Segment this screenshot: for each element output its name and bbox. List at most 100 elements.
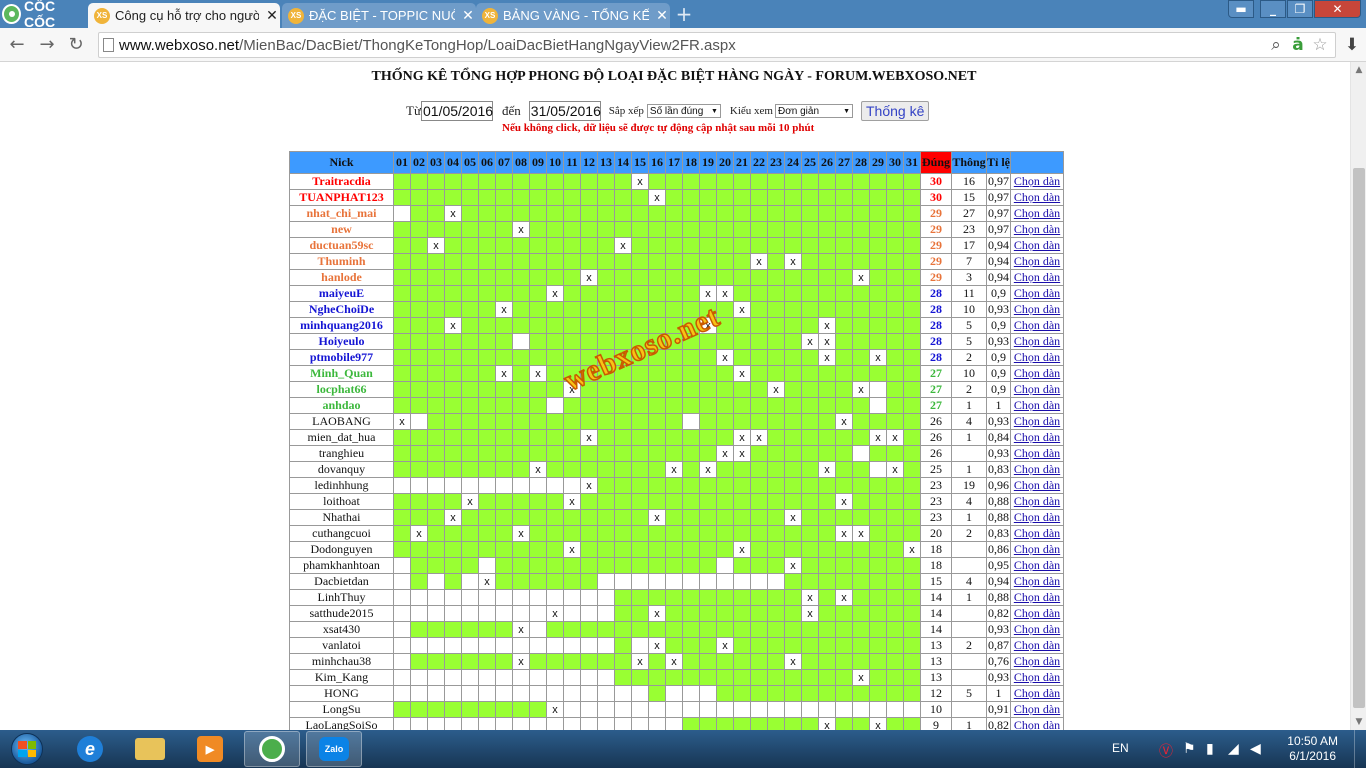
chon-dan-link[interactable]: Chọn dàn xyxy=(1014,319,1060,333)
download-icon[interactable]: ⬇ xyxy=(1342,34,1362,56)
menu-icon[interactable]: ▬ xyxy=(1228,0,1254,18)
new-tab-icon[interactable]: + xyxy=(673,4,695,24)
chon-dan-link[interactable]: Chọn dàn xyxy=(1014,239,1060,253)
chon-dan-link[interactable]: Chọn dàn xyxy=(1014,207,1060,221)
chon-dan-link[interactable]: Chọn dàn xyxy=(1014,175,1060,189)
restore-icon[interactable]: ❐ xyxy=(1287,0,1313,18)
chon-dan-link[interactable]: Chọn dàn xyxy=(1014,575,1060,589)
taskbar-media[interactable]: ▶ xyxy=(182,731,238,767)
to-date-input[interactable]: 31/05/2016 xyxy=(528,101,601,121)
language-indicator[interactable]: EN xyxy=(1112,741,1129,755)
chon-dan-link[interactable]: Chọn dàn xyxy=(1014,335,1060,349)
sort-label: Sắp xếp xyxy=(608,105,644,117)
chon-dan-link[interactable]: Chọn dàn xyxy=(1014,719,1060,731)
reload-icon[interactable]: ↻ xyxy=(63,32,89,58)
volume-icon[interactable]: ◀ xyxy=(1250,741,1261,757)
chon-dan-link[interactable]: Chọn dàn xyxy=(1014,431,1060,445)
chon-dan-link[interactable]: Chọn dàn xyxy=(1014,543,1060,557)
battery-icon[interactable]: ▮ xyxy=(1206,741,1214,757)
tab-dac-biet[interactable]: XS ĐẶC BIỆT - TOPPIC NUÔI Đ ✕ xyxy=(282,3,476,28)
bookmark-star-icon[interactable]: ☆ xyxy=(1310,34,1330,56)
vivaldi-tray-icon[interactable]: Ⓥ xyxy=(1159,741,1173,761)
empty-cell xyxy=(427,669,445,686)
scroll-thumb[interactable] xyxy=(1353,168,1365,708)
thong-ke-button[interactable]: Thống kê xyxy=(861,101,930,121)
chon-dan-link[interactable]: Chọn dàn xyxy=(1014,623,1060,637)
chon-dan-link[interactable]: Chọn dàn xyxy=(1014,671,1060,685)
chon-dan-link[interactable]: Chọn dàn xyxy=(1014,463,1060,477)
hit-cell xyxy=(461,445,479,462)
translate-icon[interactable]: ȧ xyxy=(1288,34,1308,56)
hit-cell xyxy=(716,189,734,206)
close-tab-icon[interactable]: ✕ xyxy=(654,7,670,24)
hit-cell xyxy=(427,173,445,190)
taskbar-coccoc[interactable] xyxy=(244,731,300,767)
hit-cell xyxy=(512,557,530,574)
close-tab-icon[interactable]: ✕ xyxy=(264,7,280,24)
chon-dan-link[interactable]: Chọn dàn xyxy=(1014,271,1060,285)
chon-dan-link[interactable]: Chọn dàn xyxy=(1014,399,1060,413)
chon-dan-link[interactable]: Chọn dàn xyxy=(1014,559,1060,573)
chon-dan-link[interactable]: Chọn dàn xyxy=(1014,655,1060,669)
hit-cell xyxy=(886,221,904,238)
scroll-up-icon[interactable]: ▲ xyxy=(1351,62,1366,78)
close-tab-icon[interactable]: ✕ xyxy=(460,7,476,24)
hit-cell xyxy=(903,637,921,654)
from-date-input[interactable]: 01/05/2016 xyxy=(421,101,493,121)
chon-dan-link[interactable]: Chọn dàn xyxy=(1014,495,1060,509)
chon-dan-link[interactable]: Chọn dàn xyxy=(1014,367,1060,381)
chon-dan-link[interactable]: Chọn dàn xyxy=(1014,383,1060,397)
chon-dan-link[interactable]: Chọn dàn xyxy=(1014,687,1060,701)
clock[interactable]: 10:50 AM 6/1/2016 xyxy=(1287,734,1338,764)
show-desktop-button[interactable] xyxy=(1354,730,1366,768)
scroll-down-icon[interactable]: ▼ xyxy=(1351,714,1366,730)
dung-count-cell: 12 xyxy=(920,685,952,702)
hit-cell xyxy=(682,365,700,382)
hit-cell xyxy=(597,509,615,526)
chon-dan-link[interactable]: Chọn dàn xyxy=(1014,591,1060,605)
vertical-scrollbar[interactable]: ▲ ▼ xyxy=(1350,62,1366,730)
hit-cell xyxy=(665,525,683,542)
chon-dan-link[interactable]: Chọn dàn xyxy=(1014,191,1060,205)
chon-dan-link[interactable]: Chọn dàn xyxy=(1014,527,1060,541)
chon-dan-link[interactable]: Chọn dàn xyxy=(1014,287,1060,301)
chon-dan-link[interactable]: Chọn dàn xyxy=(1014,255,1060,269)
chon-dan-link[interactable]: Chọn dàn xyxy=(1014,479,1060,493)
chon-dan-link[interactable]: Chọn dàn xyxy=(1014,447,1060,461)
chon-dan-link[interactable]: Chọn dàn xyxy=(1014,415,1060,429)
hit-cell xyxy=(444,301,462,318)
network-icon[interactable]: ◢ xyxy=(1228,741,1239,757)
hit-cell xyxy=(818,285,836,302)
hit-cell xyxy=(529,557,547,574)
back-arrow-icon[interactable]: ← xyxy=(4,32,30,58)
zoom-search-icon[interactable]: ⌕ xyxy=(1266,34,1286,56)
sort-select[interactable]: Số lần đúng ▼ xyxy=(646,104,721,118)
close-window-icon[interactable]: ✕ xyxy=(1314,0,1361,18)
coccoc-logo[interactable]: CỐC CỐC xyxy=(2,0,86,30)
chon-dan-link[interactable]: Chọn dàn xyxy=(1014,223,1060,237)
empty-cell xyxy=(461,573,479,590)
taskbar-zalo[interactable]: Zalo xyxy=(306,731,362,767)
forward-arrow-icon[interactable]: → xyxy=(34,32,60,58)
empty-cell xyxy=(716,573,734,590)
flag-tray-icon[interactable]: ⚑ xyxy=(1183,741,1196,757)
chon-dan-link[interactable]: Chọn dàn xyxy=(1014,303,1060,317)
view-select[interactable]: Đơn giản ▼ xyxy=(775,104,853,118)
chon-dan-link[interactable]: Chọn dàn xyxy=(1014,511,1060,525)
address-bar[interactable]: www.webxoso.net/MienBac/DacBiet/ThongKeT… xyxy=(98,32,1336,58)
minimize-icon[interactable]: _ xyxy=(1260,0,1286,18)
chon-dan-link[interactable]: Chọn dàn xyxy=(1014,351,1060,365)
chon-dan-link[interactable]: Chọn dàn xyxy=(1014,607,1060,621)
start-button[interactable] xyxy=(3,731,51,767)
chon-dan-link[interactable]: Chọn dàn xyxy=(1014,703,1060,717)
tab-cong-cu[interactable]: XS Công cụ hỗ trợ cho người ✕ xyxy=(88,3,280,28)
tab-bang-vang[interactable]: XS BẢNG VÀNG - TỔNG KẾT T ✕ xyxy=(476,3,670,28)
hit-cell xyxy=(512,429,530,446)
hit-cell xyxy=(597,525,615,542)
hit-cell xyxy=(648,621,666,638)
nick-cell: mien_dat_hua xyxy=(289,429,394,446)
taskbar-explorer[interactable] xyxy=(122,731,178,767)
chon-dan-link[interactable]: Chọn dàn xyxy=(1014,639,1060,653)
taskbar-ie[interactable]: e xyxy=(62,731,118,767)
empty-cell xyxy=(699,573,717,590)
